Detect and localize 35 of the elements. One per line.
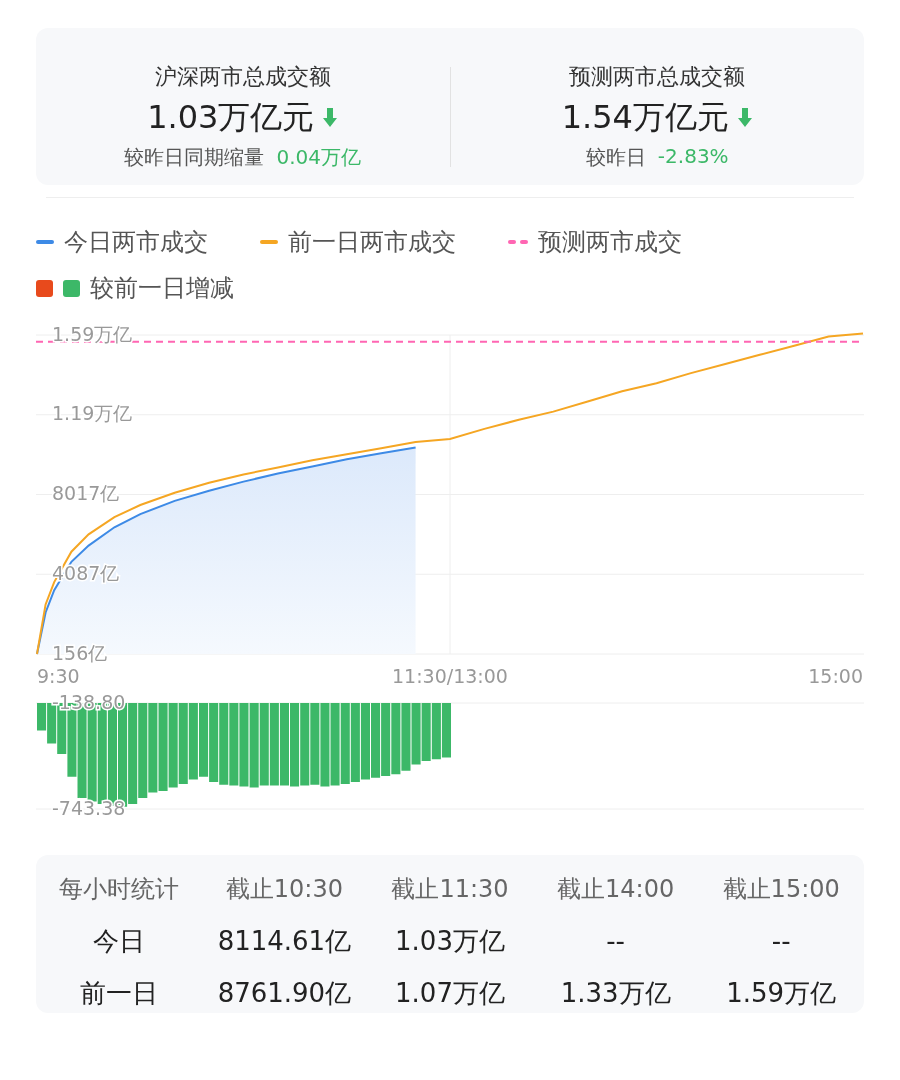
x-axis-label: 11:30/13:00 (392, 665, 508, 687)
table-cell-text: 1.07万亿 (394, 977, 506, 1010)
column-header: 每小时统计 (57, 874, 180, 905)
legend-label: 较前一日增减 (90, 273, 234, 304)
table-cell-text: 1.03万亿 (394, 925, 506, 958)
y-axis-label: 1.19万亿 (52, 402, 133, 425)
column-header: 截止11:30 (390, 874, 510, 905)
compare-value: 0.04万亿 (276, 144, 361, 171)
column-header: 截止10:30 (224, 874, 344, 905)
table-cell-text: 今日 (91, 925, 146, 958)
y-axis-label: -743.38 (52, 796, 126, 819)
stat-value: 1.54万亿元 (561, 97, 729, 138)
legend-label: 今日两市成交 (64, 227, 208, 258)
compare-value: -2.83% (657, 144, 729, 170)
legend-label: 前一日两市成交 (288, 227, 456, 258)
table-cell-text: 1.59万亿 (725, 977, 838, 1010)
x-axis-label: 15:00 (808, 665, 863, 687)
legend-label: 预测两市成交 (538, 227, 682, 258)
y-axis-label: 1.59万亿 (52, 322, 133, 345)
y-axis-label: 8017亿 (52, 482, 120, 504)
table-cell-text: 8761.90亿 (216, 977, 353, 1010)
stat-title: 沪深两市总成交额 (154, 63, 331, 91)
table-cell-text: 前一日 (78, 977, 159, 1010)
column-header: 截止15:00 (721, 874, 841, 905)
table-cell-text: -- (605, 925, 626, 958)
x-axis-label: 9:30 (37, 665, 80, 687)
table-cell-text: 8114.61亿 (216, 925, 353, 958)
stat-value: 1.03万亿元 (147, 97, 315, 138)
column-header: 截止14:00 (556, 874, 676, 905)
stat-title: 预测两市总成交额 (569, 63, 746, 91)
table-cell-text: 1.33万亿 (559, 977, 672, 1010)
compare-label: 较昨日 (585, 144, 646, 171)
y-axis-label: 156亿 (52, 641, 108, 664)
compare-label: 较昨日同期缩量 (124, 144, 265, 171)
table-cell-text: -- (770, 925, 792, 958)
